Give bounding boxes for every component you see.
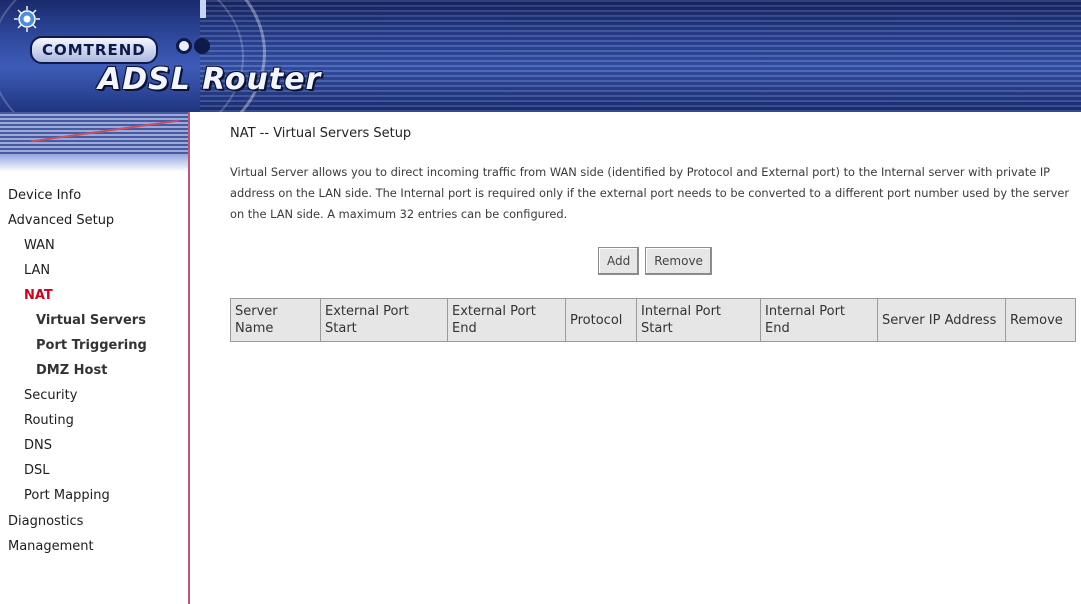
column-header-server-name: Server Name <box>230 298 321 342</box>
comtrend-globe-icon <box>14 6 40 32</box>
column-header-external-port-start: External Port Start <box>320 298 448 342</box>
add-button[interactable]: Add <box>598 247 640 275</box>
sidebar-item-nat[interactable]: NAT <box>24 288 53 303</box>
column-header-server-ip-address: Server IP Address <box>877 298 1006 342</box>
sidebar-item-dsl[interactable]: DSL <box>24 463 50 478</box>
sidebar-item-virtual-servers[interactable]: Virtual Servers <box>36 313 146 328</box>
page-title: NAT -- Virtual Servers Setup <box>230 126 412 141</box>
sidebar-item-wan[interactable]: WAN <box>24 238 55 253</box>
sidebar-item-device-info[interactable]: Device Info <box>8 188 81 203</box>
product-title: ADSL Router <box>98 62 322 97</box>
column-header-internal-port-start: Internal Port Start <box>636 298 761 342</box>
column-header-external-port-end: External Port End <box>447 298 566 342</box>
sidebar-item-security[interactable]: Security <box>24 388 77 403</box>
remove-button[interactable]: Remove <box>645 247 712 275</box>
sidebar-item-routing[interactable]: Routing <box>24 413 74 428</box>
sidebar-item-dmz-host[interactable]: DMZ Host <box>36 363 107 378</box>
table-header-row: Server Name External Port Start External… <box>230 298 1076 342</box>
sidebar-item-lan[interactable]: LAN <box>24 263 50 278</box>
sidebar-item-advanced-setup[interactable]: Advanced Setup <box>8 213 114 228</box>
sidebar-item-management[interactable]: Management <box>8 539 94 554</box>
brand-rings-icon <box>176 38 210 54</box>
page-description: Virtual Server allows you to direct inco… <box>230 165 1070 221</box>
column-header-protocol: Protocol <box>565 298 637 342</box>
sidebar-item-diagnostics[interactable]: Diagnostics <box>8 514 83 529</box>
header-stripes <box>200 0 1081 112</box>
header-banner: COMTREND ADSL Router <box>0 0 1081 112</box>
sidebar-item-dns[interactable]: DNS <box>24 438 52 453</box>
column-header-remove: Remove <box>1005 298 1076 342</box>
sidebar-item-port-triggering[interactable]: Port Triggering <box>36 338 147 353</box>
header-divider <box>200 0 206 18</box>
virtual-servers-table: Server Name External Port Start External… <box>230 298 1076 342</box>
column-header-internal-port-end: Internal Port End <box>760 298 878 342</box>
brand-logo: COMTREND <box>30 36 158 64</box>
sidebar-nav: Device Info Advanced Setup WAN LAN NAT V… <box>0 112 190 604</box>
action-buttons: Add Remove <box>598 247 712 275</box>
sidebar-decoration <box>0 112 188 156</box>
sidebar-item-port-mapping[interactable]: Port Mapping <box>24 488 110 503</box>
